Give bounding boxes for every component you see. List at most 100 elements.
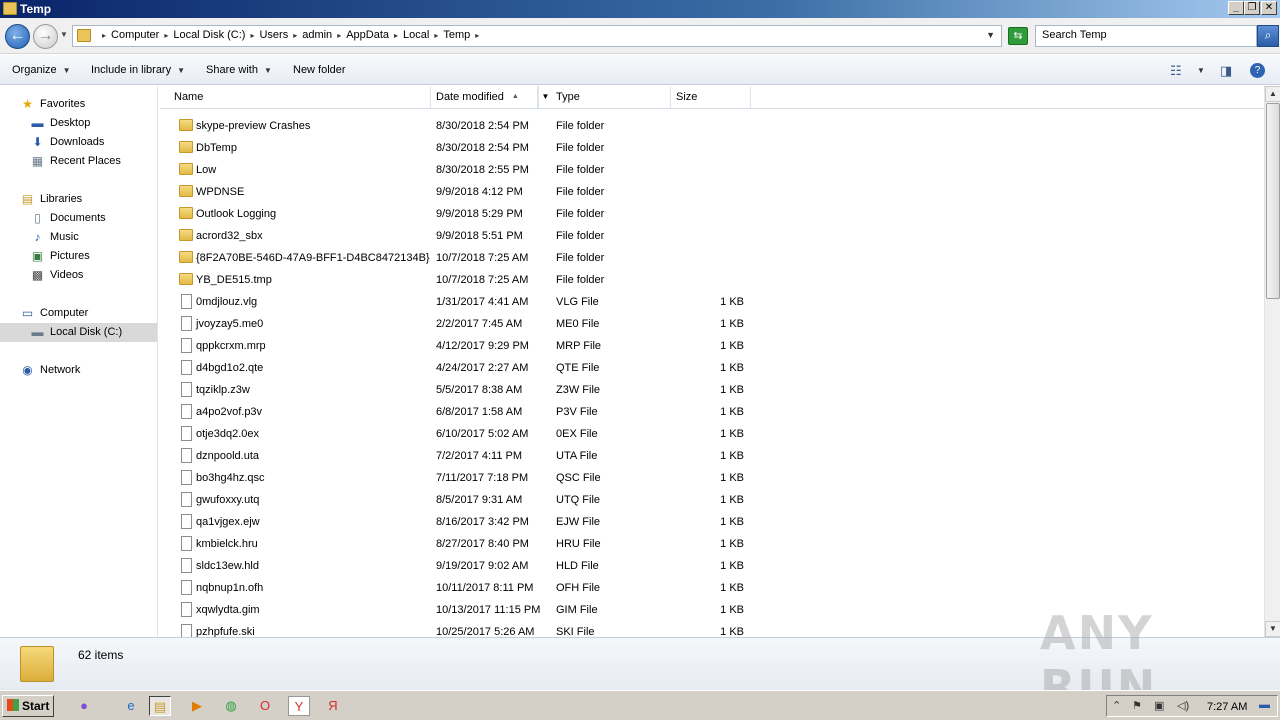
column-header-type[interactable]: Type: [552, 86, 671, 108]
file-row[interactable]: sldc13ew.hld 9/19/2017 9:02 AM HLD File 1 K…: [160, 555, 1264, 577]
file-name: qppkcrxm.mrp: [196, 340, 266, 352]
file-name: sldc13ew.hld: [196, 560, 259, 572]
breadcrumb-separator[interactable]: ▸: [245, 29, 259, 41]
breadcrumb-separator[interactable]: ▸: [97, 29, 111, 41]
column-header-size[interactable]: Size: [671, 86, 751, 108]
file-row[interactable]: kmbielck.hru 8/27/2017 8:40 PM HRU File 1 K…: [160, 533, 1264, 555]
folder-row[interactable]: {8F2A70BE-546D-47A9-BFF1-D4BC8472134B} 10…: [160, 247, 1264, 269]
nav-favorites[interactable]: ★ Favorites: [0, 95, 157, 114]
view-options-icon[interactable]: ☷: [1170, 63, 1182, 79]
folder-row[interactable]: DbTemp 8/30/2018 2:54 PM File folder: [160, 137, 1264, 159]
nav-computer[interactable]: ▭ Computer: [0, 304, 157, 323]
folder-row[interactable]: WPDNSE 9/9/2018 4:12 PM File folder: [160, 181, 1264, 203]
scrollbar-thumb[interactable]: [1266, 103, 1280, 299]
column-header-date[interactable]: Date modified ▲: [431, 86, 538, 108]
restore-button[interactable]: ❐: [1244, 1, 1260, 15]
file-row[interactable]: jvoyzay5.me0 2/2/2017 7:45 AM ME0 File 1 KB: [160, 313, 1264, 335]
share-with-button[interactable]: Share with ▼: [206, 64, 272, 76]
breadcrumb-admin[interactable]: admin: [302, 29, 332, 41]
internet-explorer-icon[interactable]: e: [120, 696, 142, 716]
volume-icon[interactable]: ◁): [1177, 699, 1189, 712]
folder-row[interactable]: acrord32_sbx 9/9/2018 5:51 PM File folder: [160, 225, 1264, 247]
file-row[interactable]: qa1vjgex.ejw 8/16/2017 3:42 PM EJW File 1 K…: [160, 511, 1264, 533]
recent-pages-chevron-down-icon[interactable]: ▼: [60, 30, 68, 39]
file-type: File folder: [556, 230, 605, 242]
nav-downloads[interactable]: ⬇ Downloads: [0, 133, 157, 152]
show-desktop-icon[interactable]: ▬: [1259, 699, 1270, 711]
search-icon[interactable]: ⌕: [1257, 25, 1279, 47]
explorer-taskbar-button[interactable]: ▤: [149, 696, 171, 716]
nav-desktop[interactable]: ▬ Desktop: [0, 114, 157, 133]
breadcrumb-local[interactable]: Local: [403, 29, 429, 41]
nav-libraries[interactable]: ▤ Libraries: [0, 190, 157, 209]
media-player-icon[interactable]: ▶: [186, 696, 208, 716]
folder-row[interactable]: Low 8/30/2018 2:55 PM File folder: [160, 159, 1264, 181]
nav-music[interactable]: ♪ Music: [0, 228, 157, 247]
breadcrumb-separator[interactable]: ▸: [159, 29, 173, 41]
nav-pictures[interactable]: ▣ Pictures: [0, 247, 157, 266]
file-row[interactable]: d4bgd1o2.qte 4/24/2017 2:27 AM QTE File 1 K…: [160, 357, 1264, 379]
search-input[interactable]: Search Temp: [1035, 25, 1257, 47]
column-header-name[interactable]: Name: [160, 86, 431, 108]
breadcrumb-computer[interactable]: Computer: [111, 29, 159, 41]
clock[interactable]: 7:27 AM: [1207, 701, 1247, 713]
action-center-flag-icon[interactable]: ⚑: [1132, 699, 1142, 712]
file-row[interactable]: qppkcrxm.mrp 4/12/2017 9:29 PM MRP File 1 K…: [160, 335, 1264, 357]
help-icon[interactable]: ?: [1250, 63, 1265, 78]
file-date-modified: 8/16/2017 3:42 PM: [436, 516, 529, 528]
file-size: 1 KB: [720, 296, 744, 308]
minimize-button[interactable]: _: [1228, 1, 1244, 15]
preview-pane-icon[interactable]: ◨: [1220, 63, 1232, 79]
file-row[interactable]: bo3hg4hz.qsc 7/11/2017 7:18 PM QSC File 1 K…: [160, 467, 1264, 489]
folder-row[interactable]: Outlook Logging 9/9/2018 5:29 PM File fold…: [160, 203, 1264, 225]
vertical-scrollbar[interactable]: ▲ ▼: [1264, 86, 1280, 637]
microphone-icon[interactable]: ●: [73, 696, 95, 716]
breadcrumb-separator[interactable]: ▸: [332, 29, 346, 41]
breadcrumb-separator[interactable]: ▸: [470, 29, 484, 41]
view-chevron-down-icon[interactable]: ▼: [1197, 66, 1205, 75]
include-in-library-button[interactable]: Include in library ▼: [91, 64, 185, 76]
file-row[interactable]: dznpoold.uta 7/2/2017 4:11 PM UTA File 1 KB: [160, 445, 1264, 467]
breadcrumb-separator[interactable]: ▸: [389, 29, 403, 41]
breadcrumb-temp[interactable]: Temp: [443, 29, 470, 41]
show-hidden-icons-icon[interactable]: ⌃: [1112, 699, 1121, 712]
nav-local-disk[interactable]: ▬ Local Disk (C:): [0, 323, 157, 342]
breadcrumb-separator[interactable]: ▸: [429, 29, 443, 41]
file-row[interactable]: gwufoxxy.utq 8/5/2017 9:31 AM UTQ File 1 KB: [160, 489, 1264, 511]
new-folder-button[interactable]: New folder: [293, 64, 346, 76]
breadcrumb-separator[interactable]: ▸: [288, 29, 302, 41]
breadcrumb-local-disk[interactable]: Local Disk (C:): [173, 29, 245, 41]
chrome-icon[interactable]: ◍: [220, 696, 242, 716]
close-button[interactable]: ✕: [1261, 1, 1277, 15]
yandex-icon[interactable]: Y: [288, 696, 310, 716]
nav-network[interactable]: ◉ Network: [0, 361, 157, 380]
back-button[interactable]: ←: [5, 24, 30, 49]
forward-button[interactable]: →: [33, 24, 58, 49]
opera-icon[interactable]: O: [254, 696, 276, 716]
address-history-chevron-down-icon[interactable]: ▼: [986, 30, 995, 40]
breadcrumb-appdata[interactable]: AppData: [346, 29, 389, 41]
refresh-button[interactable]: ⇆: [1008, 27, 1028, 45]
file-row[interactable]: otje3dq2.0ex 6/10/2017 5:02 AM 0EX File 1 K…: [160, 423, 1264, 445]
column-filter-chevron-down-icon[interactable]: ▼: [538, 86, 552, 108]
file-name: DbTemp: [196, 142, 237, 154]
breadcrumb-users[interactable]: Users: [259, 29, 288, 41]
folder-row[interactable]: YB_DE515.tmp 10/7/2018 7:25 AM File folder: [160, 269, 1264, 291]
file-row[interactable]: tqziklp.z3w 5/5/2017 8:38 AM Z3W File 1 KB: [160, 379, 1264, 401]
start-label: Start: [22, 699, 50, 713]
yandex-browser-icon[interactable]: Я: [322, 696, 344, 716]
nav-recent-places[interactable]: ▦ Recent Places: [0, 152, 157, 171]
file-row[interactable]: nqbnup1n.ofh 10/11/2017 8:11 PM OFH File 1 …: [160, 577, 1264, 599]
folder-row[interactable]: skype-preview Crashes 8/30/2018 2:54 PM Fi…: [160, 115, 1264, 137]
address-box[interactable]: ▸ Computer ▸ Local Disk (C:) ▸ Users ▸ a…: [72, 25, 1002, 47]
nav-documents[interactable]: ▯ Documents: [0, 209, 157, 228]
file-row[interactable]: 0mdjlouz.vlg 1/31/2017 4:41 AM VLG File 1 K…: [160, 291, 1264, 313]
nav-videos[interactable]: ▩ Videos: [0, 266, 157, 285]
start-button[interactable]: Start: [2, 695, 54, 717]
organize-button[interactable]: Organize ▼: [12, 64, 71, 76]
file-type: VLG File: [556, 296, 599, 308]
file-date-modified: 4/24/2017 2:27 AM: [436, 362, 529, 374]
scroll-up-icon[interactable]: ▲: [1265, 86, 1280, 102]
file-row[interactable]: a4po2vof.p3v 6/8/2017 1:58 AM P3V File 1 KB: [160, 401, 1264, 423]
network-tray-icon[interactable]: ▣: [1154, 699, 1164, 712]
